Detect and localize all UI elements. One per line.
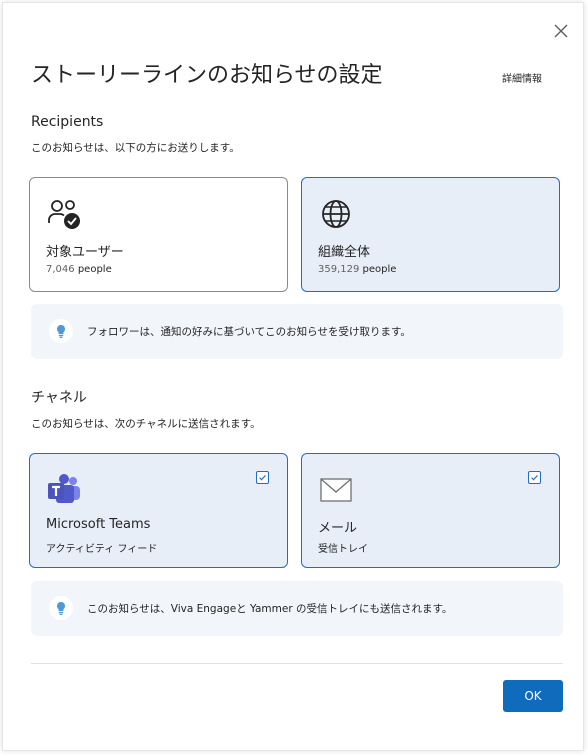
footer-divider	[31, 663, 563, 664]
channels-heading: チャネル	[31, 390, 87, 406]
email-checkbox[interactable]	[528, 471, 541, 484]
channel-option-subtitle: アクティビティ フィード	[46, 544, 158, 555]
recipient-option-title: 対象ユーザー	[46, 245, 124, 260]
details-link[interactable]: 詳細情報	[502, 70, 542, 85]
teams-icon	[48, 474, 80, 503]
recipients-info-box: フォロワーは、通知の好みに基づいてこのお知らせを受け取ります。	[31, 304, 563, 359]
channel-option-teams[interactable]: Microsoft Teams アクティビティ フィード	[29, 453, 288, 568]
people-check-icon	[48, 200, 80, 229]
close-icon[interactable]	[551, 21, 571, 41]
recipients-info-text: フォロワーは、通知の好みに基づいてこのお知らせを受け取ります。	[87, 326, 411, 338]
ok-button[interactable]: OK	[503, 680, 563, 712]
dialog-title: ストーリーラインのお知らせの設定	[31, 63, 383, 88]
teams-checkbox[interactable]	[256, 471, 269, 484]
lightbulb-icon	[49, 596, 73, 620]
announcement-settings-dialog: ストーリーラインのお知らせの設定 詳細情報 Recipients このお知らせは…	[2, 2, 584, 751]
channels-info-text: このお知らせは、Viva Engageと Yammer の受信トレイにも送信され…	[87, 603, 453, 615]
recipient-option-count: 359,129 people	[318, 264, 397, 275]
mail-icon	[320, 478, 352, 502]
channel-option-email[interactable]: メール 受信トレイ	[301, 453, 560, 568]
globe-icon	[322, 200, 350, 228]
channels-description: このお知らせは、次のチャネルに送信されます。	[31, 418, 261, 430]
recipient-option-title: 組織全体	[318, 245, 371, 260]
lightbulb-icon	[49, 319, 73, 343]
recipient-option-count: 7,046 people	[46, 264, 112, 275]
channel-option-title: メール	[318, 521, 358, 536]
recipient-option-target-users[interactable]: 対象ユーザー 7,046 people	[29, 177, 288, 292]
channels-info-box: このお知らせは、Viva Engageと Yammer の受信トレイにも送信され…	[31, 581, 563, 636]
recipients-heading: Recipients	[31, 114, 104, 130]
channel-option-title: Microsoft Teams	[46, 517, 151, 532]
recipient-option-organization[interactable]: 組織全体 359,129 people	[301, 177, 560, 292]
recipients-description: このお知らせは、以下の方にお送りします。	[31, 142, 240, 154]
channel-option-subtitle: 受信トレイ	[318, 544, 368, 555]
